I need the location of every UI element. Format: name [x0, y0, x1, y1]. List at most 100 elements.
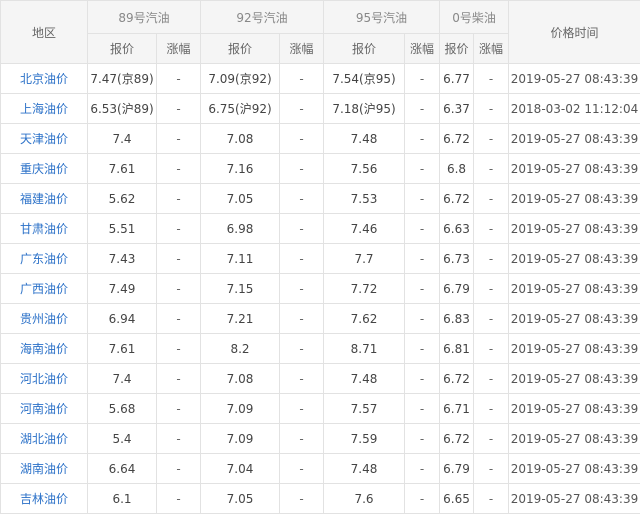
change-0: -: [474, 184, 509, 214]
region-link[interactable]: 河南油价: [1, 394, 88, 424]
change-92: -: [280, 274, 324, 304]
region-link[interactable]: 河北油价: [1, 364, 88, 394]
change-92: -: [280, 334, 324, 364]
change-95: -: [405, 364, 440, 394]
price-time: 2019-05-27 08:43:39: [509, 454, 640, 484]
change-0: -: [474, 454, 509, 484]
price-0: 6.72: [440, 184, 474, 214]
price-0: 6.79: [440, 454, 474, 484]
header-region: 地区: [1, 1, 88, 64]
price-95: 7.48: [324, 124, 405, 154]
change-89: -: [157, 154, 201, 184]
price-95: 7.54(京95): [324, 64, 405, 94]
price-0: 6.73: [440, 244, 474, 274]
change-89: -: [157, 304, 201, 334]
price-89: 5.4: [88, 424, 157, 454]
header-fuel-95: 95号汽油: [324, 1, 440, 34]
change-95: -: [405, 244, 440, 274]
table-row: 福建油价5.62-7.05-7.53-6.72-2019-05-27 08:43…: [1, 184, 640, 214]
change-0: -: [474, 484, 509, 514]
change-95: -: [405, 124, 440, 154]
price-time: 2019-05-27 08:43:39: [509, 484, 640, 514]
price-time: 2018-03-02 11:12:04: [509, 94, 640, 124]
region-link[interactable]: 广西油价: [1, 274, 88, 304]
price-0: 6.63: [440, 214, 474, 244]
region-link[interactable]: 甘肃油价: [1, 214, 88, 244]
region-link[interactable]: 海南油价: [1, 334, 88, 364]
change-89: -: [157, 424, 201, 454]
price-92: 7.21: [201, 304, 280, 334]
region-link[interactable]: 福建油价: [1, 184, 88, 214]
region-link[interactable]: 吉林油价: [1, 484, 88, 514]
price-92: 7.11: [201, 244, 280, 274]
price-time: 2019-05-27 08:43:39: [509, 394, 640, 424]
price-time: 2019-05-27 08:43:39: [509, 154, 640, 184]
price-89: 7.4: [88, 364, 157, 394]
change-95: -: [405, 424, 440, 454]
change-92: -: [280, 484, 324, 514]
price-89: 6.94: [88, 304, 157, 334]
region-link[interactable]: 广东油价: [1, 244, 88, 274]
price-92: 7.09(京92): [201, 64, 280, 94]
table-row: 河南油价5.68-7.09-7.57-6.71-2019-05-27 08:43…: [1, 394, 640, 424]
price-89: 6.64: [88, 454, 157, 484]
table-row: 广西油价7.49-7.15-7.72-6.79-2019-05-27 08:43…: [1, 274, 640, 304]
price-89: 7.47(京89): [88, 64, 157, 94]
table-row: 河北油价7.4-7.08-7.48-6.72-2019-05-27 08:43:…: [1, 364, 640, 394]
region-link[interactable]: 北京油价: [1, 64, 88, 94]
price-0: 6.72: [440, 364, 474, 394]
price-95: 7.48: [324, 364, 405, 394]
price-0: 6.79: [440, 274, 474, 304]
price-0: 6.71: [440, 394, 474, 424]
change-89: -: [157, 394, 201, 424]
change-0: -: [474, 154, 509, 184]
price-89: 7.61: [88, 334, 157, 364]
price-time: 2019-05-27 08:43:39: [509, 214, 640, 244]
change-0: -: [474, 274, 509, 304]
price-0: 6.72: [440, 124, 474, 154]
price-time: 2019-05-27 08:43:39: [509, 334, 640, 364]
price-95: 7.57: [324, 394, 405, 424]
header-price-time: 价格时间: [509, 1, 640, 64]
region-link[interactable]: 天津油价: [1, 124, 88, 154]
price-89: 5.51: [88, 214, 157, 244]
price-92: 7.05: [201, 184, 280, 214]
price-95: 7.18(沪95): [324, 94, 405, 124]
price-95: 7.53: [324, 184, 405, 214]
change-89: -: [157, 484, 201, 514]
region-link[interactable]: 湖北油价: [1, 424, 88, 454]
change-89: -: [157, 244, 201, 274]
change-95: -: [405, 64, 440, 94]
price-95: 8.71: [324, 334, 405, 364]
region-link[interactable]: 湖南油价: [1, 454, 88, 484]
change-0: -: [474, 424, 509, 454]
price-92: 8.2: [201, 334, 280, 364]
price-time: 2019-05-27 08:43:39: [509, 244, 640, 274]
header-price-95: 报价: [324, 34, 405, 64]
region-link[interactable]: 重庆油价: [1, 154, 88, 184]
header-price-92: 报价: [201, 34, 280, 64]
price-89: 5.62: [88, 184, 157, 214]
change-92: -: [280, 244, 324, 274]
table-row: 广东油价7.43-7.11-7.7-6.73-2019-05-27 08:43:…: [1, 244, 640, 274]
change-92: -: [280, 364, 324, 394]
price-95: 7.6: [324, 484, 405, 514]
price-95: 7.72: [324, 274, 405, 304]
change-0: -: [474, 124, 509, 154]
change-0: -: [474, 364, 509, 394]
header-change-0: 涨幅: [474, 34, 509, 64]
region-link[interactable]: 贵州油价: [1, 304, 88, 334]
price-92: 7.08: [201, 364, 280, 394]
change-89: -: [157, 184, 201, 214]
table-header: 地区 89号汽油 92号汽油 95号汽油 0号柴油 价格时间 报价 涨幅 报价 …: [1, 1, 640, 64]
change-89: -: [157, 94, 201, 124]
price-89: 6.53(沪89): [88, 94, 157, 124]
change-0: -: [474, 394, 509, 424]
table-row: 天津油价7.4-7.08-7.48-6.72-2019-05-27 08:43:…: [1, 124, 640, 154]
table-row: 海南油价7.61-8.2-8.71-6.81-2019-05-27 08:43:…: [1, 334, 640, 364]
change-95: -: [405, 334, 440, 364]
price-89: 6.1: [88, 484, 157, 514]
region-link[interactable]: 上海油价: [1, 94, 88, 124]
price-92: 7.04: [201, 454, 280, 484]
header-change-92: 涨幅: [280, 34, 324, 64]
